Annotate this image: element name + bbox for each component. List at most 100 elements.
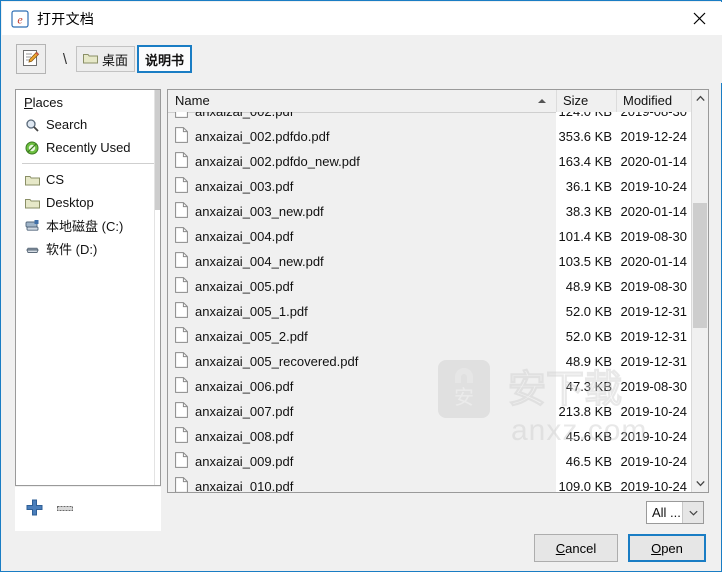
sidebar-item-recently-used[interactable]: Recently Used [16, 136, 160, 159]
file-size-cell: 46.5 KB [556, 449, 616, 474]
file-modified-cell: 2019-08-30 [616, 274, 692, 299]
folder-icon [83, 52, 98, 67]
file-list-scrollbar[interactable] [691, 90, 708, 492]
file-name-cell: anxaizai_004.pdf [168, 227, 556, 246]
file-size-cell: 48.9 KB [556, 274, 616, 299]
sidebar-item-desktop[interactable]: Desktop [16, 191, 160, 214]
sort-ascending-icon [538, 99, 546, 103]
table-row[interactable]: anxaizai_004.pdf 101.4 KB 2019-08-30 [168, 224, 692, 249]
file-name-cell: anxaizai_010.pdf [168, 477, 556, 492]
sidebar-item-local-disk-c[interactable]: 本地磁盘 (C:) [16, 214, 160, 237]
file-modified-cell: 2019-08-30 [616, 224, 692, 249]
file-modified-cell: 2019-12-31 [616, 324, 692, 349]
file-modified-cell: 2019-12-24 [616, 124, 692, 149]
cancel-accel: C [555, 540, 566, 556]
file-name-label: anxaizai_003_new.pdf [195, 204, 324, 219]
breadcrumb-manual[interactable]: 说明书 [137, 45, 193, 73]
remove-place-button[interactable] [57, 501, 75, 516]
search-icon [24, 117, 40, 133]
file-size-cell: 124.0 KB [556, 112, 616, 124]
file-name-cell: anxaizai_002.pdfdo_new.pdf [168, 152, 556, 171]
column-header-name[interactable]: Name [168, 90, 556, 112]
sidebar-item-search[interactable]: Search [16, 113, 160, 136]
file-name-label: anxaizai_005.pdf [195, 279, 294, 294]
file-type-filter[interactable]: All ... [646, 501, 704, 524]
open-button-rest: pen [661, 540, 683, 556]
sidebar-divider [22, 163, 154, 164]
column-header-modified[interactable]: Modified [616, 90, 692, 112]
file-size-cell: 36.1 KB [556, 174, 616, 199]
sidebar-item-drive-d[interactable]: 软件 (D:) [16, 237, 160, 260]
table-row[interactable]: anxaizai_003_new.pdf 38.3 KB 2020-01-14 [168, 199, 692, 224]
recent-clock-icon [24, 140, 40, 156]
file-size-cell: 45.6 KB [556, 424, 616, 449]
sidebar-item-cs[interactable]: CS [16, 168, 160, 191]
places-header-rest: laces [32, 95, 64, 110]
file-size-cell: 38.3 KB [556, 199, 616, 224]
table-row[interactable]: anxaizai_005_2.pdf 52.0 KB 2019-12-31 [168, 324, 692, 349]
file-name-cell: anxaizai_004_new.pdf [168, 252, 556, 271]
file-size-cell: 48.9 KB [556, 349, 616, 374]
file-name-cell: anxaizai_009.pdf [168, 452, 556, 471]
file-name-label: anxaizai_008.pdf [195, 429, 294, 444]
pdf-file-icon [175, 227, 188, 246]
table-row[interactable]: anxaizai_007.pdf 213.8 KB 2019-10-24 [168, 399, 692, 424]
file-name-label: anxaizai_004_new.pdf [195, 254, 324, 269]
file-size-cell: 52.0 KB [556, 299, 616, 324]
file-name-label: anxaizai_002.pdf [195, 112, 293, 119]
file-size-cell: 213.8 KB [556, 399, 616, 424]
pdf-file-icon [175, 452, 188, 471]
table-row[interactable]: anxaizai_002.pdfdo.pdf 353.6 KB 2019-12-24 [168, 124, 692, 149]
edit-location-button[interactable] [16, 44, 46, 74]
table-row[interactable]: anxaizai_005_1.pdf 52.0 KB 2019-12-31 [168, 299, 692, 324]
scroll-down-icon[interactable] [692, 475, 708, 492]
table-row[interactable]: anxaizai_006.pdf 47.3 KB 2019-08-30 [168, 374, 692, 399]
file-modified-cell: 2019-10-24 [616, 424, 692, 449]
table-row[interactable]: anxaizai_003.pdf 36.1 KB 2019-10-24 [168, 174, 692, 199]
places-footer [15, 487, 161, 531]
table-row[interactable]: anxaizai_005_recovered.pdf 48.9 KB 2019-12… [168, 349, 692, 374]
cancel-button-rest: ancel [565, 540, 597, 556]
table-row[interactable]: anxaizai_008.pdf 45.6 KB 2019-10-24 [168, 424, 692, 449]
chevron-down-icon[interactable] [682, 502, 703, 523]
title-bar: e 打开文档 [2, 2, 722, 35]
file-modified-cell: 2019-10-24 [616, 449, 692, 474]
sidebar-item-cs-label: CS [46, 172, 65, 187]
file-size-cell: 353.6 KB [556, 124, 616, 149]
pdf-file-icon [175, 352, 188, 371]
table-row[interactable]: anxaizai_005.pdf 48.9 KB 2019-08-30 [168, 274, 692, 299]
add-place-button[interactable] [26, 499, 43, 519]
pdf-file-icon [175, 112, 188, 121]
table-row[interactable]: anxaizai_010.pdf 109.0 KB 2019-10-24 [168, 474, 692, 492]
open-button[interactable]: Open [628, 534, 706, 562]
file-name-cell: anxaizai_005.pdf [168, 277, 556, 296]
pdf-file-icon [175, 402, 188, 421]
scroll-up-icon[interactable] [692, 90, 708, 107]
table-row[interactable]: anxaizai_002.pdfdo_new.pdf 163.4 KB 2020-0… [168, 149, 692, 174]
table-row[interactable]: anxaizai_002.pdf 124.0 KB2019-08-30 [168, 112, 692, 124]
pencil-icon [21, 48, 41, 71]
file-name-label: anxaizai_003.pdf [195, 179, 294, 194]
breadcrumb-manual-label: 说明书 [145, 52, 185, 68]
file-name-cell: anxaizai_002.pdf [168, 112, 556, 121]
app-icon: e [11, 9, 29, 28]
table-row[interactable]: anxaizai_009.pdf 46.5 KB 2019-10-24 [168, 449, 692, 474]
table-row[interactable]: anxaizai_004_new.pdf 103.5 KB 2020-01-14 [168, 249, 692, 274]
file-size-cell: 103.5 KB [556, 249, 616, 274]
file-list-header: Name Size Modified [168, 90, 708, 113]
file-name-label: anxaizai_005_2.pdf [195, 329, 308, 344]
close-icon[interactable] [676, 2, 722, 35]
places-scrollbar[interactable] [154, 90, 160, 485]
file-modified-cell: 2019-10-24 [616, 399, 692, 424]
breadcrumb-desktop[interactable]: 桌面 [76, 46, 136, 72]
open-accel: O [651, 540, 662, 556]
file-size-cell: 163.4 KB [556, 149, 616, 174]
pdf-file-icon [175, 327, 188, 346]
file-name-label: anxaizai_005_recovered.pdf [195, 354, 359, 369]
cancel-button[interactable]: Cancel [534, 534, 618, 562]
file-modified-cell: 2019-10-24 [616, 174, 692, 199]
column-header-size[interactable]: Size [556, 90, 616, 112]
file-size-cell: 101.4 KB [556, 224, 616, 249]
scrollbar-thumb[interactable] [693, 203, 707, 328]
folder-icon [24, 172, 40, 188]
